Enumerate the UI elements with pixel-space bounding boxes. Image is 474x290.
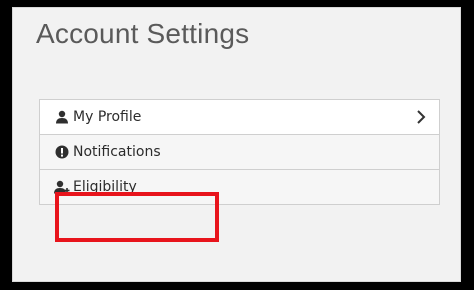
my-profile-item[interactable]: My Profile bbox=[39, 99, 440, 135]
user-plus-icon bbox=[54, 179, 70, 195]
settings-list: My Profile Notifications Eligibility bbox=[39, 99, 440, 205]
eligibility-label: Eligibility bbox=[73, 179, 137, 195]
eligibility-item[interactable]: Eligibility bbox=[39, 169, 440, 205]
exclamation-circle-icon bbox=[54, 144, 70, 160]
my-profile-label: My Profile bbox=[73, 109, 142, 125]
chevron-right-icon bbox=[415, 109, 427, 125]
notifications-label: Notifications bbox=[73, 144, 161, 160]
user-icon bbox=[54, 109, 70, 125]
page-title: Account Settings bbox=[36, 18, 250, 49]
notifications-item[interactable]: Notifications bbox=[39, 134, 440, 170]
